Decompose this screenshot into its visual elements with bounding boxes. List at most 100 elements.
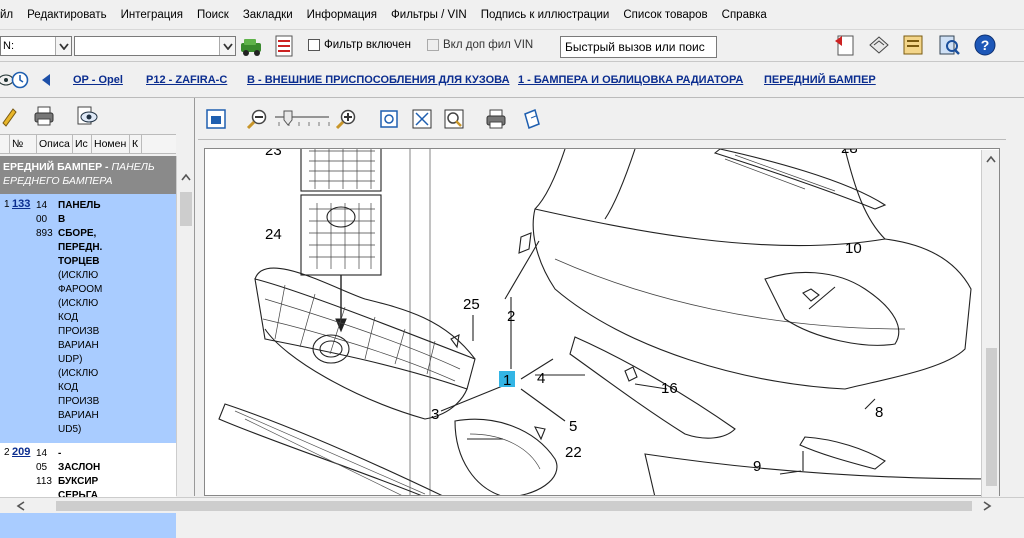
detail-box — [300, 149, 382, 192]
help-icon[interactable]: ? — [973, 33, 997, 57]
quick-call-input[interactable]: Быстрый вызов или поис — [560, 36, 717, 58]
menu-help[interactable]: Справка — [715, 0, 774, 30]
horizontal-scrollbar[interactable] — [0, 497, 1024, 513]
menu-search[interactable]: Поиск — [190, 0, 236, 30]
callout-label[interactable]: 8 — [875, 404, 883, 421]
menu-information[interactable]: Информация — [300, 0, 384, 30]
print-illustration-icon[interactable] — [484, 107, 508, 131]
scroll-left-icon[interactable] — [16, 501, 25, 511]
vin-combo[interactable]: N: — [0, 36, 72, 56]
catalog-icon[interactable] — [867, 33, 891, 57]
column-header[interactable]: № — [10, 135, 37, 153]
callout-label[interactable]: 4 — [537, 370, 545, 387]
callout-label[interactable]: 1 — [503, 372, 511, 389]
callout-label[interactable]: 22 — [565, 444, 582, 461]
extra-vin-filter-label: Вкл доп фил VIN — [443, 39, 534, 51]
menu-bookmarks[interactable]: Закладки — [236, 0, 300, 30]
zoom-out-icon[interactable] — [245, 107, 269, 131]
callout-label[interactable]: 28 — [841, 149, 858, 157]
callout-label[interactable]: 25 — [463, 296, 480, 313]
breadcrumb-model[interactable]: P12 - ZAFIRA-C — [146, 74, 227, 86]
arrow-left-icon[interactable] — [34, 68, 58, 92]
search-document-icon[interactable] — [937, 33, 961, 57]
callout-label[interactable]: 3 — [431, 406, 439, 423]
column-header[interactable]: Номен — [92, 135, 130, 153]
row-ref-link[interactable]: 209 — [12, 446, 30, 460]
scroll-thumb[interactable] — [986, 348, 997, 486]
breadcrumb-subgroup[interactable]: 1 - БАМПЕРА И ОБЛИЦОВКА РАДИАТОРА — [518, 74, 743, 86]
exploded-view-drawing: 23 24 25 2 1 4 3 5 22 16 10 8 9 28 — [218, 149, 996, 495]
chevron-down-icon[interactable] — [219, 37, 235, 55]
parts-illustration[interactable]: 23 24 25 2 1 4 3 5 22 16 10 8 9 28 — [204, 148, 1000, 496]
row-code: 113 — [36, 476, 52, 487]
breadcrumb-group[interactable]: B - ВНЕШНИЕ ПРИСПОСОБЛЕНИЯ ДЛЯ КУЗОВА — [247, 74, 510, 86]
scroll-thumb[interactable] — [56, 501, 972, 511]
column-header[interactable]: Ис — [73, 135, 92, 153]
menu-filters-vin[interactable]: Фильтры / VIN — [384, 0, 474, 30]
edit-icon[interactable] — [0, 104, 20, 128]
clock-icon[interactable] — [8, 68, 32, 92]
column-header[interactable]: Описа — [37, 135, 73, 153]
row-note: ПРОИЗВ — [58, 326, 100, 337]
parts-scrollbar[interactable] — [176, 156, 194, 496]
menu-integration[interactable]: Интеграция — [114, 0, 190, 30]
callout-label[interactable]: 2 — [507, 308, 515, 325]
document-vin-icon[interactable] — [272, 34, 296, 58]
scroll-right-icon[interactable] — [983, 501, 992, 511]
breadcrumb-section[interactable]: ПЕРЕДНИЙ БАМПЕР — [764, 74, 876, 86]
row-code: 05 — [36, 462, 48, 473]
scroll-up-icon[interactable] — [181, 173, 191, 181]
zoom-in-icon[interactable] — [334, 107, 358, 131]
notepad-icon[interactable] — [901, 33, 925, 57]
menu-file[interactable]: йл — [0, 0, 20, 30]
callout-label[interactable]: 10 — [845, 240, 862, 257]
back-document-icon[interactable] — [833, 33, 857, 57]
menu-illustration-caption[interactable]: Подпись к иллюстрации — [474, 0, 617, 30]
quick-call-placeholder: Быстрый вызов или поис — [565, 40, 705, 54]
column-header[interactable] — [0, 135, 10, 153]
callout-label[interactable]: 9 — [753, 458, 761, 475]
row-note: КОД — [58, 312, 79, 323]
print-icon[interactable] — [32, 104, 56, 128]
row-description: БУКСИР — [58, 476, 99, 487]
filter-combo[interactable] — [74, 36, 236, 56]
row-ref-link[interactable]: 133 — [12, 198, 30, 212]
scroll-up-icon[interactable] — [986, 155, 996, 163]
filter-enabled-checkbox[interactable]: Фильтр включен — [308, 39, 411, 51]
parts-panel: № Описа Ис Номен К ЕРЕДНИЙ БАМПЕР - ПАНЕ… — [0, 98, 195, 538]
table-row[interactable]: 2 209 14 05 113 - ЗАСЛОН БУКСИР СЕРЬГА — [0, 443, 176, 503]
extra-vin-filter-checkbox[interactable]: Вкл доп фил VIN — [427, 39, 533, 51]
fit-window-icon[interactable] — [204, 107, 228, 131]
column-header[interactable]: К — [130, 135, 142, 153]
checkbox-box[interactable] — [308, 39, 320, 51]
vehicle-icon[interactable] — [239, 34, 263, 58]
row-note: (ИСКЛЮ — [58, 368, 99, 379]
preview-icon[interactable] — [75, 104, 99, 128]
vin-combo-value: N: — [3, 40, 14, 52]
row-note: ВАРИАН — [58, 410, 99, 421]
menu-parts-list[interactable]: Список товаров — [616, 0, 714, 30]
group-header: ЕРЕДНИЙ БАМПЕР - ПАНЕЛЬ ЕРЕДНЕГО БАМПЕРА — [0, 156, 176, 194]
zoom-selection-icon[interactable] — [410, 107, 434, 131]
callout-label[interactable]: 23 — [265, 149, 282, 159]
zoom-slider[interactable] — [273, 108, 333, 132]
callout-label[interactable]: 5 — [569, 418, 577, 435]
callout-label[interactable]: 24 — [265, 226, 282, 243]
row-description: В — [58, 214, 66, 225]
row-note: (ИСКЛЮ — [58, 298, 99, 309]
breadcrumb-make[interactable]: OP - Opel — [73, 74, 123, 86]
chevron-down-icon[interactable] — [55, 37, 71, 55]
checkbox-box[interactable] — [427, 39, 439, 51]
callout-label[interactable]: 16 — [661, 380, 678, 397]
group-header-title: ЕРЕДНИЙ БАМПЕР - — [3, 161, 112, 173]
illustration-vscrollbar[interactable] — [981, 150, 999, 498]
breadcrumb: OP - Opel P12 - ZAFIRA-C B - ВНЕШНИЕ ПРИ… — [0, 62, 1024, 98]
row-index: 2 — [4, 447, 10, 458]
fit-page-icon[interactable] — [377, 107, 401, 131]
magnifier-icon[interactable] — [442, 107, 466, 131]
export-icon[interactable] — [520, 107, 544, 131]
row-note: ВАРИАН — [58, 340, 99, 351]
row-note: ПРОИЗВ — [58, 396, 100, 407]
menu-edit[interactable]: Редактировать — [20, 0, 113, 30]
scroll-thumb[interactable] — [180, 192, 192, 226]
